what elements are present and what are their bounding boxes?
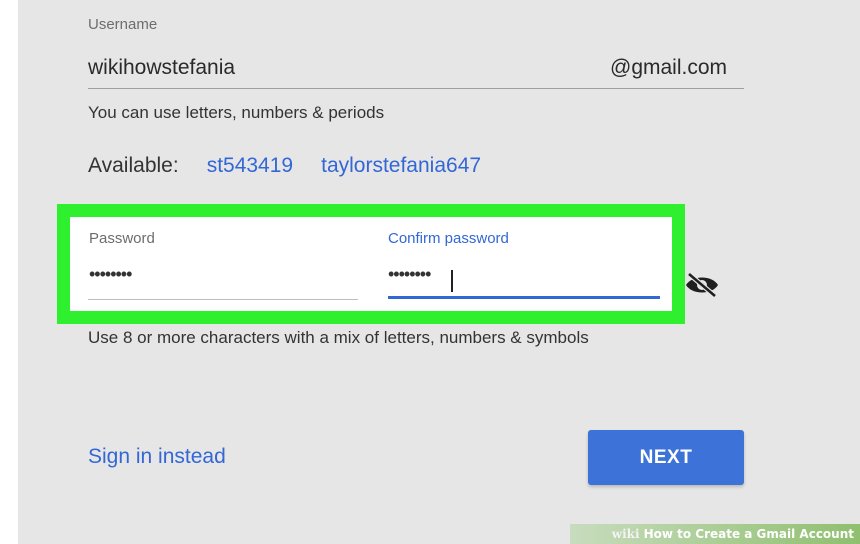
suggestion-link[interactable]: st543419 (207, 154, 293, 178)
eye-off-icon-graphic (686, 272, 718, 298)
username-label: Username (88, 16, 158, 33)
next-button[interactable]: NEXT (588, 430, 744, 485)
text-caret (451, 270, 453, 292)
username-underline (88, 88, 744, 89)
password-input[interactable]: •••••••• (89, 264, 132, 285)
watermark-text: How to Create a Gmail Account (643, 527, 854, 541)
eye-off-icon[interactable] (684, 272, 720, 298)
password-rules-hint: Use 8 or more characters with a mix of l… (88, 328, 589, 347)
sign-in-instead-link[interactable]: Sign in instead (88, 445, 226, 469)
available-suggestions: Available: st543419 taylorstefania647 (88, 154, 481, 178)
password-label: Password (89, 230, 155, 247)
username-hint: You can use letters, numbers & periods (88, 103, 385, 122)
available-label: Available: (88, 154, 179, 177)
confirm-password-input[interactable]: •••••••• (388, 264, 431, 285)
password-underline (88, 299, 358, 300)
username-domain-suffix: @gmail.com (610, 56, 728, 79)
username-input[interactable]: wikihowstefania (88, 56, 235, 80)
left-margin (0, 0, 18, 544)
confirm-password-underline (388, 296, 660, 299)
watermark: wiki How to Create a Gmail Account (570, 524, 860, 544)
watermark-brand: wiki (611, 527, 640, 541)
suggestion-link[interactable]: taylorstefania647 (321, 154, 481, 178)
confirm-password-label: Confirm password (388, 230, 509, 247)
